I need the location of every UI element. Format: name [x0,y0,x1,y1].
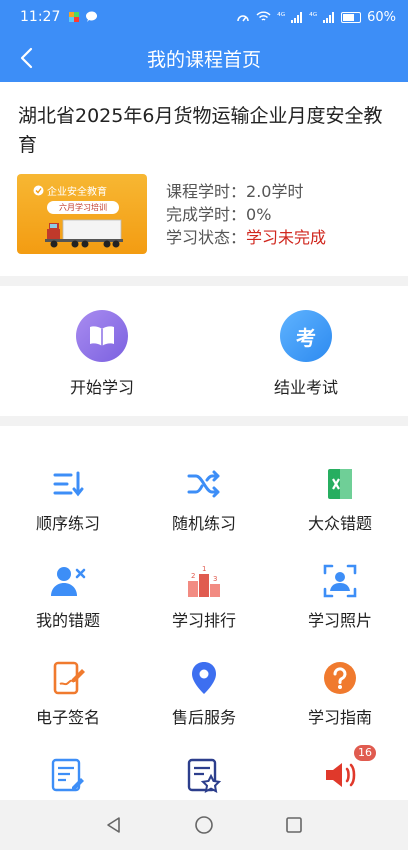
grid-item-ranking[interactable]: 213 学习排行 [136,537,272,634]
user-x-icon [51,567,86,596]
hours-value: 2.0学时 [246,182,304,201]
grid-item-random[interactable]: 随机练习 [136,440,272,537]
course-meta: 课程学时：2.0学时 完成学时：0% 学习状态：学习未完成 [166,180,326,249]
thumbnail-header: 企业安全教育 [33,182,137,198]
grid-item-signature[interactable]: 电子签名 [0,634,136,731]
status-bar: 11:27 ⁴ᴳ ⁴ᴳ 60% [0,0,408,34]
start-study-label: 开始学习 [69,378,134,397]
state-value: 学习未完成 [246,228,327,247]
grid-label: 学习排行 [171,611,236,630]
title-bar: 我的课程首页 [0,34,408,82]
course-card: 湖北省2025年6月货物运输企业月度安全教育 企业安全教育 六月学习培训 课程学… [0,82,408,276]
thumbnail-badge: 六月学习培训 [47,201,119,214]
nav-back-icon[interactable] [104,815,124,835]
chevron-left-icon[interactable] [14,44,42,72]
hours-row: 课程学时：2.0学时 [166,180,326,203]
grid-label: 大众错题 [307,514,372,533]
signal-bars-icon [291,11,303,23]
function-grid: 顺序练习 随机练习 大众错题 我的错题 213 学习排行 学习照片 电子签名 售… [0,426,408,800]
shuffle-icon [187,470,220,498]
svg-text:3: 3 [213,575,217,583]
grid-item-document-edit[interactable] [0,731,136,800]
signal-2-label: ⁴ᴳ [309,12,318,22]
top-bar: 11:27 ⁴ᴳ ⁴ᴳ 60% 我的课程首页 [0,0,408,82]
done-value: 0% [246,205,272,224]
done-row: 完成学时：0% [166,203,326,226]
message-icon [86,11,98,22]
exam-glyph: 考 [296,325,316,350]
svg-text:1: 1 [202,565,206,573]
grid-item-my-errors[interactable]: 我的错题 [0,537,136,634]
done-label: 完成学时： [166,205,247,224]
podium-icon: 213 [188,565,220,597]
hours-label: 课程学时： [166,182,247,201]
grid-label: 随机练习 [171,514,236,533]
primary-actions: 开始学习 考 结业考试 [0,286,408,416]
exam-icon: 考 [280,310,332,362]
page-title: 我的课程首页 [146,48,261,71]
location-pin-icon [192,662,216,694]
status-time: 11:27 [20,9,61,25]
battery-icon [341,11,362,23]
battery-level: 60% [367,9,396,25]
state-row: 学习状态：学习未完成 [166,226,326,249]
speaker-icon-wrap: 16 [322,745,376,793]
thumbnail-title: 企业安全教育 [47,186,107,198]
final-exam-label: 结业考试 [273,378,338,397]
grid-item-sequential[interactable]: 顺序练习 [0,440,136,537]
grid-item-document-star[interactable] [136,731,272,800]
grid-label: 我的错题 [35,611,100,630]
course-thumbnail[interactable]: 企业安全教育 六月学习培训 [17,174,147,254]
nav-recents-icon[interactable] [284,815,304,835]
course-title: 湖北省2025年6月货物运输企业月度安全教育 [18,105,383,156]
grid-item-service[interactable]: 售后服务 [136,634,272,731]
grid-label: 电子签名 [35,708,100,727]
grid-item-guide[interactable]: 学习指南 [272,634,408,731]
app-notification-icon [69,12,80,22]
excel-icon [328,469,352,499]
speaker-icon [326,763,356,787]
system-nav-bar [0,800,408,850]
svg-text:2: 2 [191,572,195,580]
signal-bars-icon-2 [323,11,335,23]
signal-1-label: ⁴ᴳ [277,12,286,22]
unread-badge: 16 [354,745,376,761]
safety-badge-icon [33,185,44,195]
status-right: ⁴ᴳ ⁴ᴳ 60% [236,10,396,25]
grid-label: 学习指南 [307,708,372,727]
grid-label: 学习照片 [307,611,372,630]
start-study-button[interactable]: 开始学习 [0,286,204,416]
status-notification-icons [68,11,98,23]
nav-home-icon[interactable] [194,815,214,835]
speedometer-icon [237,15,249,22]
final-exam-button[interactable]: 考 结业考试 [204,286,408,416]
face-scan-icon [323,564,357,598]
document-edit-icon [51,758,84,792]
sequential-list-icon [53,471,84,497]
document-star-icon [187,758,222,793]
grid-item-public-errors[interactable]: 大众错题 [272,440,408,537]
tablet-pen-icon [53,661,85,695]
book-icon [76,310,128,362]
grid-item-announcements[interactable]: 16 [272,731,408,800]
grid-item-photos[interactable]: 学习照片 [272,537,408,634]
grid-label: 顺序练习 [35,514,100,533]
state-label: 学习状态： [166,228,247,247]
grid-label: 售后服务 [171,708,236,727]
truck-icon [45,219,123,248]
question-icon [324,662,356,694]
wifi-icon [256,11,271,21]
